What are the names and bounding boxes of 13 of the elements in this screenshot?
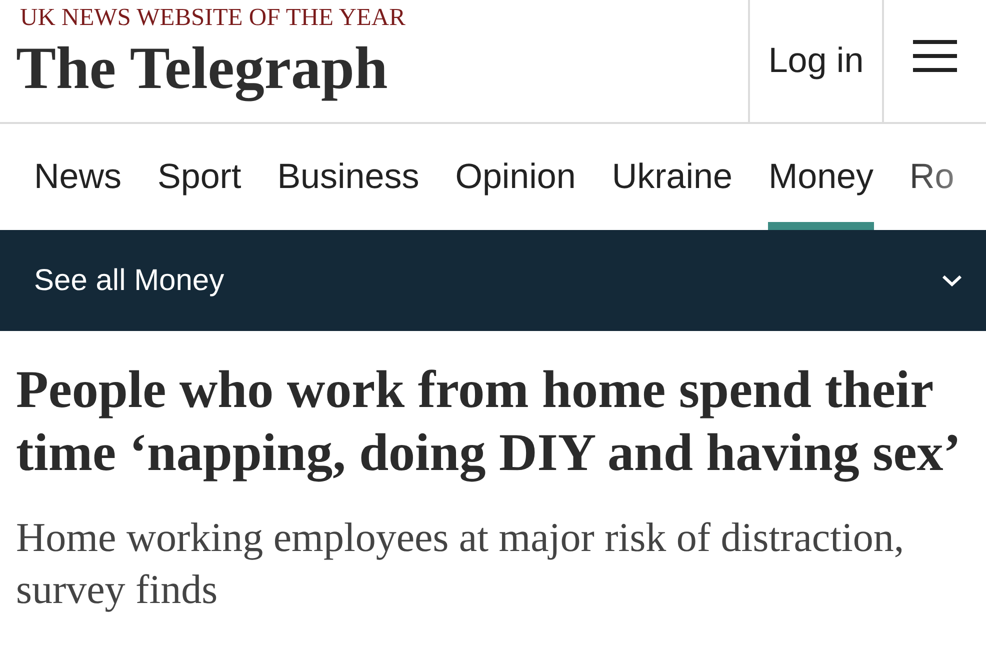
nav-tab[interactable]: Ro xyxy=(910,124,954,230)
nav-tab[interactable]: Business xyxy=(277,124,420,230)
article-headline: People who work from home spend their time ‘napping, doing DIY and having sex’ xyxy=(16,360,962,484)
menu-icon xyxy=(913,40,957,72)
section-dropdown[interactable]: See all Money xyxy=(0,230,986,331)
nav-tab[interactable]: Sport xyxy=(158,124,242,230)
nav-tab[interactable]: Opinion xyxy=(455,124,576,230)
nav-tab[interactable]: Ukraine xyxy=(612,124,732,230)
chevron-icon xyxy=(942,274,962,286)
article-standfirst: Home working employees at major risk of distraction, survey finds xyxy=(16,513,906,614)
site-logo[interactable]: The Telegraph xyxy=(16,34,388,102)
site-tagline: UK NEWS WEBSITE OF THE YEAR xyxy=(19,4,406,32)
nav-tab[interactable]: News xyxy=(34,124,122,230)
